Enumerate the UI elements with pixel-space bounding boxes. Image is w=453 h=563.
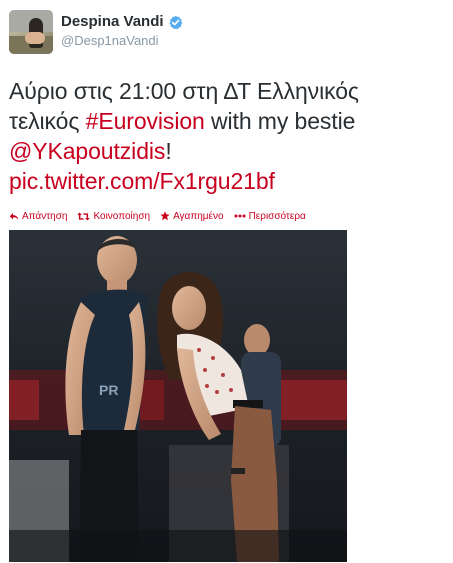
more-label: Περισσότερα bbox=[248, 210, 306, 222]
more-dots-icon bbox=[234, 214, 246, 218]
retweet-icon bbox=[77, 212, 91, 220]
tweet-text-line-1: Αύριο στις 21:00 στη ΔΤ Ελληνικός bbox=[9, 78, 359, 104]
verified-badge-icon bbox=[168, 15, 183, 30]
reply-button[interactable]: Απάντηση bbox=[9, 211, 67, 222]
pic-link[interactable]: pic.twitter.com/Fx1rgu21bf bbox=[9, 166, 443, 196]
tweet-actions: Απάντηση Κοινοποίηση Αγαπημένο Περισσότε… bbox=[9, 209, 443, 223]
user-names: Despina Vandi @Desp1naVandi bbox=[61, 10, 183, 50]
mention-link[interactable]: @YKapoutzidis bbox=[9, 138, 165, 164]
tweet-photo[interactable]: PR bbox=[9, 230, 347, 562]
tweet-text-line-2: τελικός #Eurovision with my bestie bbox=[9, 106, 443, 136]
tweet-text-line-3: @YKapoutzidis! bbox=[9, 136, 443, 166]
tweet-text-tail: with my bestie bbox=[204, 108, 356, 134]
hashtag-link[interactable]: #Eurovision bbox=[86, 108, 205, 134]
profile-avatar[interactable] bbox=[9, 10, 53, 54]
favorite-star-icon bbox=[160, 211, 170, 221]
tweet-text: Αύριο στις 21:00 στη ΔΤ Ελληνικός τελικό… bbox=[9, 76, 443, 196]
favorite-button[interactable]: Αγαπημένο bbox=[160, 211, 224, 222]
tweet-card: Despina Vandi @Desp1naVandi Αύριο στις 2… bbox=[0, 0, 453, 563]
mention-tail: ! bbox=[165, 138, 172, 164]
reply-label: Απάντηση bbox=[22, 210, 68, 222]
retweet-button[interactable]: Κοινοποίηση bbox=[77, 211, 150, 222]
display-name[interactable]: Despina Vandi bbox=[61, 13, 164, 31]
user-handle[interactable]: @Desp1naVandi bbox=[61, 32, 183, 50]
reply-icon bbox=[9, 212, 19, 220]
svg-text:PR: PR bbox=[99, 382, 118, 398]
more-button[interactable]: Περισσότερα bbox=[234, 211, 306, 222]
retweet-label: Κοινοποίηση bbox=[93, 210, 151, 222]
favorite-label: Αγαπημένο bbox=[173, 210, 224, 222]
tweet-text-plain: τελικός bbox=[9, 108, 86, 134]
tweet-header: Despina Vandi @Desp1naVandi bbox=[9, 10, 443, 56]
